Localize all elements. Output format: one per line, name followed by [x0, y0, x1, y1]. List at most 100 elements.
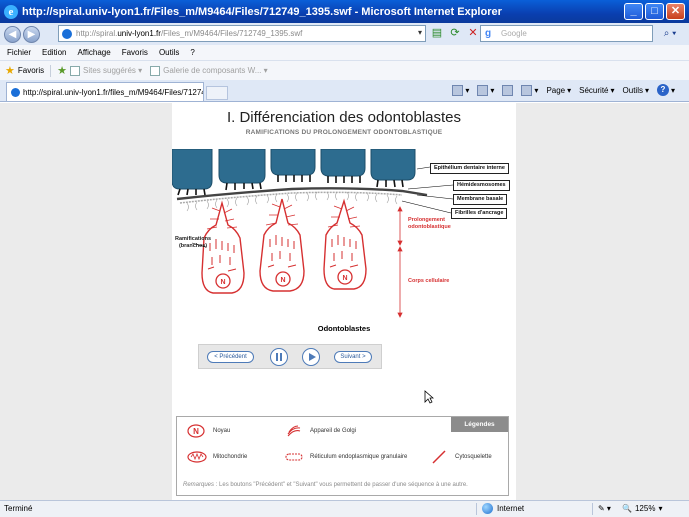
new-tab-button[interactable]	[206, 86, 228, 100]
protected-mode-icon[interactable]: ✎ ▾	[598, 504, 611, 513]
reticulum-icon	[285, 453, 303, 461]
favorites-bar: ★ Favoris ★ Sites suggérés ▾ Galerie de …	[0, 60, 689, 80]
divider	[476, 503, 477, 515]
tab-label: http://spiral.univ-lyon1.fr/files_m/M946…	[23, 87, 204, 97]
slide-navigation: < Précédent Suivant >	[198, 344, 382, 369]
title-bar: e http://spiral.univ-lyon1.fr/Files_m/M9…	[0, 0, 689, 23]
golgi-icon	[287, 425, 301, 437]
address-input[interactable]: http://spiral.univ-lyon1.fr/Files_m/M946…	[58, 25, 426, 42]
mail-button[interactable]	[502, 84, 514, 96]
refresh-icon[interactable]: ⟳	[448, 26, 462, 40]
security-menu[interactable]: Sécurité ▾	[579, 86, 614, 95]
label-membrane: Membrane basale	[453, 194, 508, 205]
page-viewport: I. Différenciation des odontoblastes RAM…	[0, 103, 689, 500]
menu-item-help[interactable]: ?	[190, 48, 194, 57]
zoom-icon: 🔍	[622, 504, 632, 513]
play-button[interactable]	[302, 348, 320, 366]
pause-button[interactable]	[270, 348, 288, 366]
close-button[interactable]: ✕	[666, 3, 685, 20]
feeds-button[interactable]: ▾	[477, 84, 494, 96]
security-zone[interactable]: Internet	[482, 503, 524, 514]
divider	[592, 503, 593, 515]
ie-logo-icon: e	[4, 4, 18, 19]
label-hemidesmosomes: Hémidesmosomes	[453, 180, 510, 191]
basal-membrane	[176, 187, 428, 201]
slide-subtitle: RAMIFICATIONS DU PROLONGEMENT ODONTOBLAS…	[245, 129, 443, 136]
menu-item-edition[interactable]: Edition	[42, 48, 66, 57]
browser-tab[interactable]: http://spiral.univ-lyon1.fr/files_m/M946…	[6, 82, 204, 101]
forward-button[interactable]: ▶	[23, 25, 40, 43]
help-icon: ?	[656, 84, 669, 96]
window-title: http://spiral.univ-lyon1.fr/Files_m/M946…	[22, 5, 502, 18]
mail-icon	[502, 84, 514, 96]
label-epithelium: Epithélium dentaire interne	[430, 163, 509, 174]
label-ramifications: Ramifications (branches)	[175, 236, 212, 249]
tab-bar: http://spiral.univ-lyon1.fr/files_m/M946…	[0, 80, 689, 102]
print-button[interactable]: ▾	[521, 84, 538, 96]
help-menu[interactable]: ? ▾	[656, 84, 675, 96]
command-bar: ▾ ▾ ▾ Page ▾ Sécurité ▾ Outils ▾ ? ▾	[452, 84, 675, 96]
menu-item-affichage[interactable]: Affichage	[77, 48, 110, 57]
svg-text:N: N	[193, 427, 199, 436]
mouse-cursor-icon	[424, 390, 434, 404]
stop-icon[interactable]: ✕	[466, 26, 480, 40]
printer-icon	[521, 84, 533, 96]
label-prolongement: Prolongement odontoblastique	[408, 217, 451, 230]
page-menu[interactable]: Page ▾	[546, 86, 571, 95]
flash-slide: I. Différenciation des odontoblastes RAM…	[172, 103, 516, 500]
page-icon	[69, 65, 80, 76]
address-url: http://spiral.univ-lyon1.fr/Files_m/M946…	[76, 29, 303, 38]
add-favorite-icon[interactable]: ★	[57, 64, 67, 77]
rss-icon	[477, 84, 489, 96]
minimize-button[interactable]: _	[624, 3, 643, 20]
menu-item-favoris[interactable]: Favoris	[122, 48, 148, 57]
legend-remark: Remarques : Les boutons "Précédent" et "…	[183, 482, 468, 488]
label-odontoblastes: Odontoblastes	[317, 324, 371, 333]
tools-menu[interactable]: Outils ▾	[623, 86, 649, 95]
legend-item-noyau: N Noyau	[187, 424, 230, 438]
epithelium-cells	[172, 148, 416, 190]
search-input[interactable]: g Google	[480, 25, 653, 42]
menu-item-outils[interactable]: Outils	[159, 48, 179, 57]
range-arrows	[397, 206, 403, 318]
legend-title: Légendes	[451, 417, 508, 432]
nucleus-icon: N	[187, 424, 205, 438]
status-bar: Terminé Internet ✎ ▾ 🔍 125% ▾	[0, 500, 689, 517]
next-button[interactable]: Suivant >	[334, 351, 372, 363]
menu-bar: Fichier Edition Affichage Favoris Outils…	[0, 45, 689, 60]
maximize-button[interactable]: □	[645, 3, 664, 20]
zoom-control[interactable]: 🔍 125% ▾	[622, 504, 662, 513]
slide-title: I. Différenciation des odontoblastes	[226, 109, 462, 126]
legend-item-golgi: Appareil de Golgi	[284, 424, 356, 438]
favorites-item-gallery[interactable]: Galerie de composants W... ▾	[150, 65, 268, 76]
compatibility-icon[interactable]: ▤	[430, 26, 444, 40]
previous-button[interactable]: < Précédent	[207, 351, 254, 363]
legend-item-reticulum: Réticulum endoplasmique granulaire	[284, 450, 407, 464]
svg-text:N: N	[220, 279, 225, 286]
search-button[interactable]: ⌕ ▾	[657, 26, 683, 41]
page-icon	[150, 65, 161, 76]
home-button[interactable]: ▾	[452, 84, 469, 96]
svg-text:N: N	[342, 275, 347, 282]
search-placeholder: Google	[501, 29, 527, 38]
back-button[interactable]: ◀	[4, 25, 21, 43]
status-text: Terminé	[4, 504, 33, 513]
svg-text:N: N	[280, 277, 285, 284]
favorites-button[interactable]: Favoris	[18, 66, 44, 75]
menu-item-fichier[interactable]: Fichier	[7, 48, 31, 57]
address-dropdown-icon[interactable]: ▾	[418, 28, 422, 37]
legend-item-mito: Mitochondrie	[187, 450, 247, 464]
favorites-item-suggested[interactable]: Sites suggérés ▾	[69, 65, 142, 76]
cytoskeleton-icon	[432, 450, 446, 464]
divider	[50, 64, 52, 77]
star-icon: ★	[5, 65, 15, 77]
globe-icon	[482, 503, 493, 514]
mitochondria-icon	[187, 451, 207, 463]
address-toolbar: ◀ ▶ http://spiral.univ-lyon1.fr/Files_m/…	[0, 23, 689, 45]
legend-item-cyto: Cytosquelette	[429, 450, 492, 464]
legend-panel: Légendes N Noyau Appareil de Golgi Mitoc…	[176, 416, 509, 496]
google-icon: g	[485, 27, 492, 39]
page-icon	[62, 28, 72, 39]
home-icon	[452, 84, 464, 96]
label-corps: Corps cellulaire	[408, 278, 450, 284]
